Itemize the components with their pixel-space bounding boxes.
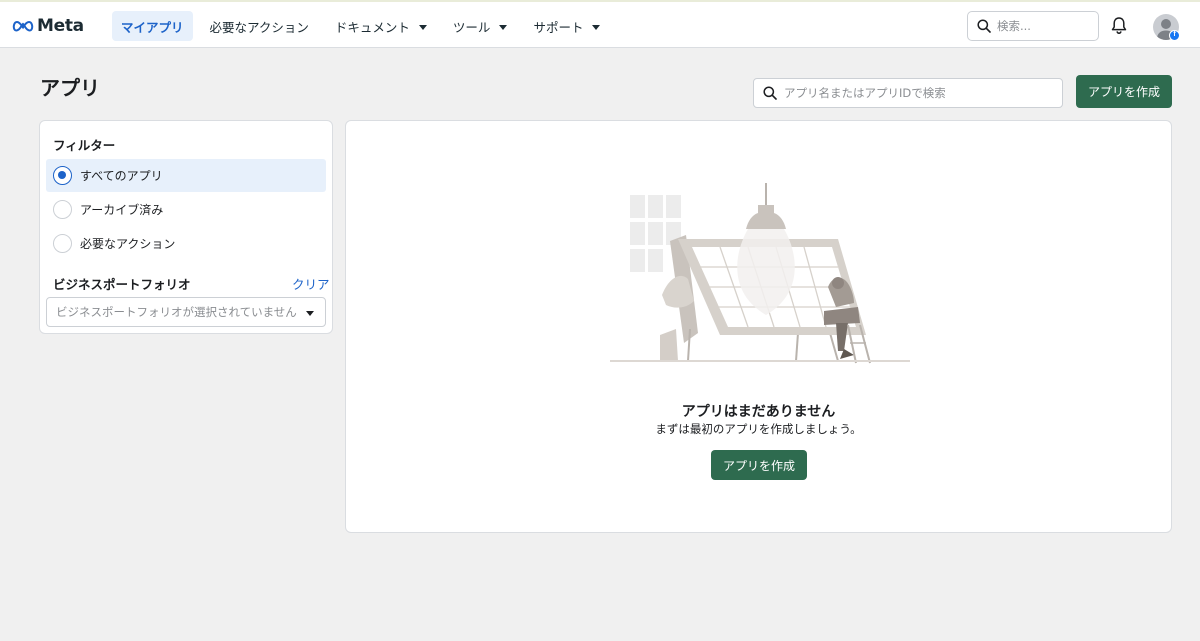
nav-item-support[interactable]: サポート: [524, 11, 609, 41]
filter-option-required-actions[interactable]: 必要なアクション: [46, 227, 326, 260]
filter-option-archived[interactable]: アーカイブ済み: [46, 193, 326, 226]
search-icon: [763, 86, 777, 100]
page-title: アプリ: [40, 76, 100, 100]
nav-item-label: ドキュメント: [334, 19, 410, 35]
filter-option-label: 必要なアクション: [80, 237, 176, 251]
app-search-input[interactable]: [784, 86, 1054, 100]
caret-down-icon: [306, 310, 314, 316]
filter-option-all-apps[interactable]: すべてのアプリ: [46, 159, 326, 192]
nav-item-label: ツール: [452, 19, 491, 35]
main-nav: マイアプリ 必要なアクション ドキュメント ツール サポート: [112, 11, 617, 41]
filter-title: フィルター: [53, 138, 116, 153]
empty-state-card: アプリはまだありません まずは最初のアプリを作成しましょう。 アプリを作成: [345, 120, 1172, 533]
caret-down-icon: [592, 24, 601, 30]
radio-button-selected[interactable]: [53, 166, 72, 185]
top-search-input[interactable]: [997, 19, 1087, 33]
caret-down-icon: [418, 24, 427, 30]
meta-logo-text: Meta: [37, 16, 84, 36]
filter-option-label: アーカイブ済み: [80, 203, 164, 217]
caret-down-icon: [499, 24, 508, 30]
nav-item-tools[interactable]: ツール: [444, 11, 517, 41]
business-portfolio-select[interactable]: ビジネスポートフォリオが選択されていません: [46, 297, 326, 327]
radio-button[interactable]: [53, 200, 72, 219]
app-search-box[interactable]: [753, 78, 1063, 108]
search-icon: [977, 19, 991, 33]
filter-option-label: すべてのアプリ: [80, 169, 163, 183]
nav-item-label: サポート: [533, 19, 584, 35]
nav-item-label: 必要なアクション: [209, 19, 309, 35]
business-portfolio-title: ビジネスポートフォリオ: [53, 277, 191, 292]
nav-item-documents[interactable]: ドキュメント: [326, 11, 436, 41]
business-portfolio-select-value: ビジネスポートフォリオが選択されていません: [56, 305, 297, 319]
empty-state-title: アプリはまだありません: [681, 404, 836, 420]
create-app-button-empty-state[interactable]: アプリを作成: [711, 450, 807, 480]
radio-button[interactable]: [53, 234, 72, 253]
empty-state-illustration: [610, 183, 910, 364]
notifications-button[interactable]: [1110, 16, 1128, 39]
clear-link[interactable]: クリア: [292, 274, 330, 293]
top-search-box[interactable]: [967, 11, 1099, 41]
top-navigation-bar: Meta マイアプリ 必要なアクション ドキュメント ツール サポート 検索..…: [0, 0, 1200, 48]
nav-item-my-apps[interactable]: マイアプリ: [112, 11, 193, 41]
nav-item-label: マイアプリ: [121, 19, 184, 35]
meta-infinity-icon: [12, 20, 34, 32]
facebook-badge-icon: f: [1169, 30, 1180, 41]
create-app-button[interactable]: アプリを作成: [1076, 75, 1172, 108]
bell-icon: [1111, 17, 1127, 34]
filter-panel: フィルター すべてのアプリ アーカイブ済み 必要なアクション ビジネスポートフォ…: [39, 120, 333, 334]
meta-logo[interactable]: Meta: [12, 15, 84, 37]
nav-item-required-actions[interactable]: 必要なアクション: [201, 11, 318, 41]
empty-state-subtitle: まずは最初のアプリを作成しましょう。: [655, 422, 862, 436]
